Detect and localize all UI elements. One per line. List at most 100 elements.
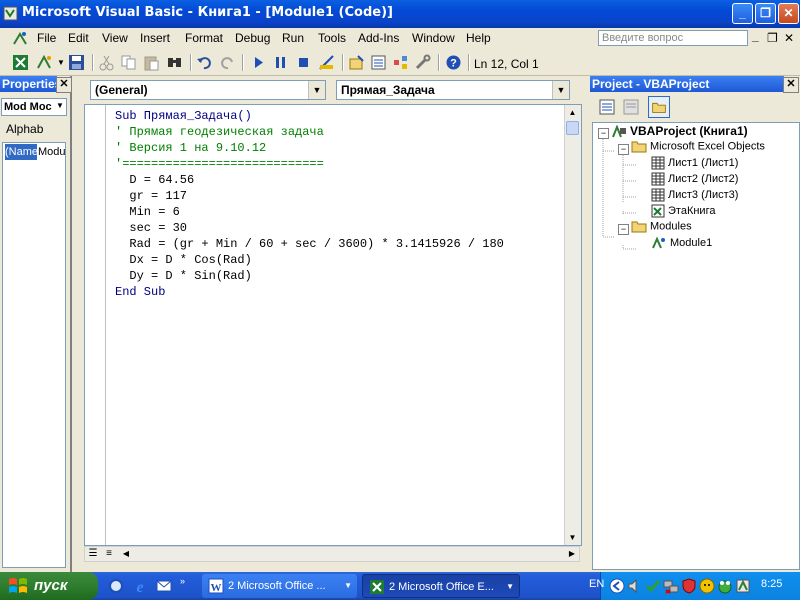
tree-node-sheet3[interactable]: Лист3 (Лист3) [651, 188, 738, 202]
menu-insert[interactable]: Insert [140, 31, 170, 45]
paste-icon[interactable] [143, 54, 160, 71]
tree-node-excel-objects[interactable]: Microsoft Excel Objects [631, 140, 765, 153]
quick-launch-more-icon[interactable]: » [180, 576, 185, 586]
tree-node-sheet1[interactable]: Лист1 (Лист1) [651, 156, 738, 170]
insert-dropdown-icon[interactable]: ▼ [57, 58, 65, 67]
taskbar-item-word[interactable]: W 2 Microsoft Office ... ▼ [202, 574, 357, 598]
collapse-modules-icon[interactable]: − [618, 224, 629, 235]
code-line[interactable]: Dx = D * Cos(Rad) [115, 252, 504, 268]
scroll-left-icon[interactable]: ◀ [119, 547, 133, 561]
menu-help[interactable]: Help [466, 31, 491, 45]
object-selector-dropdown-icon[interactable]: ▼ [56, 101, 64, 110]
menu-edit[interactable]: Edit [68, 31, 89, 45]
taskbar-item-excel[interactable]: 2 Microsoft Office E... ▼ [362, 574, 520, 598]
menu-file[interactable]: File [37, 31, 56, 45]
scroll-right-icon[interactable]: ▶ [565, 547, 579, 561]
cut-icon[interactable] [98, 54, 115, 71]
margin-indicator-bar[interactable] [85, 105, 106, 545]
object-browser-icon[interactable] [392, 54, 409, 71]
mdi-restore-button[interactable]: ❐ [767, 31, 778, 45]
code-line[interactable]: End Sub [115, 284, 504, 300]
code-text[interactable]: Sub Прямая_Задача() ' Прямая геодезическа… [115, 108, 504, 300]
tree-node-workbook[interactable]: ЭтаКнига [651, 204, 715, 218]
horizontal-scrollbar[interactable]: ☰ ≡ ◀ ▶ [84, 546, 580, 562]
code-line[interactable]: Sub Прямая_Задача() [115, 108, 504, 124]
menu-format[interactable]: Format [185, 31, 223, 45]
tree-node-modules[interactable]: Modules [631, 220, 692, 233]
procedure-view-icon[interactable]: ☰ [86, 548, 100, 561]
redo-icon[interactable] [219, 54, 236, 71]
properties-window-icon[interactable] [370, 54, 387, 71]
code-line[interactable]: gr = 117 [115, 188, 504, 204]
project-explorer-icon[interactable] [348, 54, 365, 71]
start-button[interactable]: пуск [0, 572, 98, 600]
mdi-close-button[interactable]: ✕ [784, 31, 794, 45]
restore-button[interactable]: ❐ [755, 3, 776, 24]
save-icon[interactable] [68, 54, 85, 71]
tray-app-icon[interactable] [735, 578, 751, 594]
menu-add-ins[interactable]: Add-Ins [358, 31, 399, 45]
code-line[interactable]: ' Версия 1 на 9.10.12 [115, 140, 504, 156]
undo-icon[interactable] [196, 54, 213, 71]
close-button[interactable]: ✕ [778, 3, 799, 24]
chevron-down-icon[interactable]: ▼ [552, 81, 569, 99]
desktop-icon[interactable] [108, 578, 124, 594]
menu-window[interactable]: Window [412, 31, 455, 45]
code-line[interactable]: Rad = (gr + Min / 60 + sec / 3600) * 3.1… [115, 236, 503, 252]
outlook-icon[interactable] [156, 578, 172, 594]
view-code-icon[interactable] [598, 98, 616, 116]
code-editor[interactable]: Sub Прямая_Задача() ' Прямая геодезическа… [84, 104, 582, 546]
vertical-scrollbar[interactable]: ▲ ▼ [564, 105, 581, 545]
break-icon[interactable] [272, 54, 289, 71]
code-line[interactable]: ' Прямая геодезическая задача [115, 124, 504, 140]
mdi-minimize-button[interactable]: _ [752, 29, 759, 43]
menu-view[interactable]: View [102, 31, 128, 45]
code-line[interactable]: sec = 30 [115, 220, 504, 236]
help-icon[interactable]: ? [445, 54, 462, 71]
network-icon[interactable] [663, 578, 679, 594]
view-object-icon[interactable] [622, 98, 640, 116]
project-close-button[interactable]: ✕ [783, 77, 799, 93]
scroll-up-icon[interactable]: ▲ [565, 105, 580, 120]
code-line[interactable]: '============================ [115, 156, 504, 172]
ask-question-input[interactable]: Введите вопрос [598, 30, 748, 46]
object-combo[interactable]: (General) ▼ [90, 80, 326, 100]
properties-close-button[interactable]: ✕ [56, 77, 72, 93]
procedure-combo[interactable]: Прямая_Задача ▼ [336, 80, 570, 100]
language-indicator[interactable]: EN [589, 578, 604, 590]
full-module-view-icon[interactable]: ≡ [102, 548, 116, 561]
code-line[interactable]: Dy = D * Sin(Rad) [115, 268, 504, 284]
property-name-cell[interactable]: (Name [5, 144, 37, 160]
toolbox-icon[interactable] [414, 54, 431, 71]
toggle-folders-icon[interactable] [648, 96, 670, 118]
scroll-thumb[interactable] [566, 121, 579, 135]
code-line[interactable]: D = 64.56 [115, 172, 504, 188]
menu-debug[interactable]: Debug [235, 31, 270, 45]
tree-node-sheet2[interactable]: Лист2 (Лист2) [651, 172, 738, 186]
minimize-button[interactable]: _ [732, 3, 753, 24]
tab-alphabetic[interactable]: Alphab [6, 122, 43, 136]
menu-tools[interactable]: Tools [318, 31, 346, 45]
collapse-excel-objects-icon[interactable]: − [618, 144, 629, 155]
collapse-root-icon[interactable]: − [598, 128, 609, 139]
tree-node-vbaproject[interactable]: VBAProject (Книга1) [611, 124, 748, 139]
chevron-down-icon[interactable]: ▼ [308, 81, 325, 99]
volume-icon[interactable] [627, 578, 643, 594]
run-icon[interactable] [250, 54, 267, 71]
reset-icon[interactable] [295, 54, 312, 71]
copy-icon[interactable] [120, 54, 137, 71]
property-value-cell[interactable]: Modu [38, 144, 65, 160]
design-mode-icon[interactable] [318, 54, 335, 71]
scroll-down-icon[interactable]: ▼ [565, 530, 580, 545]
security-check-icon[interactable] [645, 578, 661, 594]
shield-icon[interactable] [681, 578, 697, 594]
insert-userform-icon[interactable] [36, 54, 53, 71]
menu-run[interactable]: Run [282, 31, 304, 45]
internet-explorer-icon[interactable]: e [132, 578, 148, 594]
excel-view-icon[interactable] [12, 54, 29, 71]
antivirus-icon[interactable] [699, 578, 715, 594]
code-line[interactable]: Min = 6 [115, 204, 504, 220]
back-arrow-icon[interactable] [609, 578, 625, 594]
find-icon[interactable] [166, 54, 183, 71]
tree-node-module1[interactable]: Module1 [651, 236, 712, 250]
